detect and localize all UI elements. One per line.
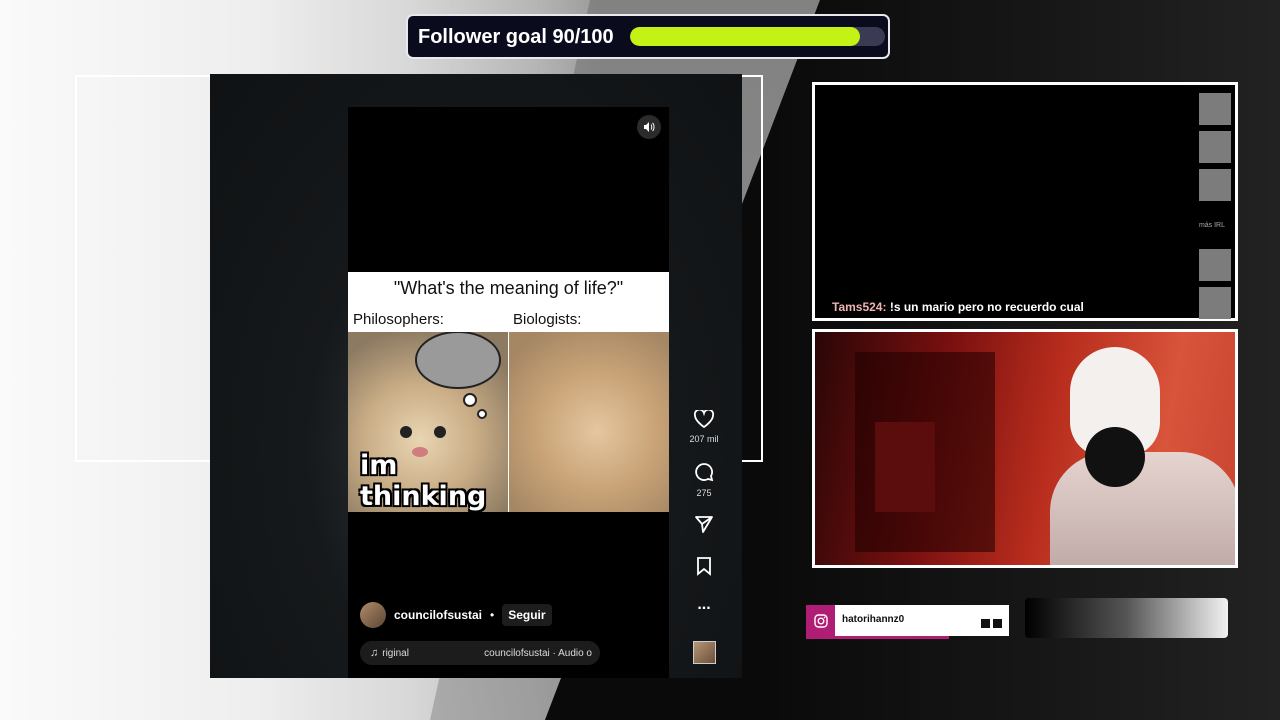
meme-title: "What's the meaning of life?" xyxy=(393,278,624,298)
music-note-icon: ♫ xyxy=(370,647,379,659)
chat-message-text: !s un mario pero no recuerdo cual xyxy=(886,300,1084,314)
like-count: 207 mil xyxy=(689,434,719,444)
author-row: councilofsustai • Seguir xyxy=(360,602,552,628)
follower-goal-widget: Follower goal 90/100 xyxy=(406,14,890,59)
meme-image: "What's the meaning of life?" Philosophe… xyxy=(348,272,669,512)
chat-thumbnail xyxy=(1199,93,1231,125)
streamer xyxy=(1030,342,1235,565)
like-button[interactable]: 207 mil xyxy=(683,408,725,444)
webcam-box xyxy=(875,422,935,512)
streamer-body xyxy=(1050,452,1235,565)
tiktok-video[interactable]: "What's the meaning of life?" Philosophe… xyxy=(348,107,669,678)
heart-icon xyxy=(693,408,715,429)
follower-goal-track xyxy=(630,27,885,46)
bookmark-icon xyxy=(697,557,711,576)
author-name[interactable]: councilofsustai xyxy=(394,608,482,622)
chat-side-label: más IRL xyxy=(1198,222,1225,229)
instagram-icon xyxy=(806,605,835,636)
audio-pill[interactable]: ♫ riginal councilofsustai · Audio o xyxy=(360,641,600,665)
comment-button[interactable]: 275 xyxy=(683,462,725,498)
chat-thumbnail xyxy=(1199,131,1231,163)
gradient-panel xyxy=(1025,598,1228,638)
chat-thumbnail xyxy=(1199,249,1231,281)
chat-thumbnail xyxy=(1199,287,1231,319)
comment-count: 275 xyxy=(696,488,712,498)
meme-caption: im thinking xyxy=(360,450,487,512)
author-separator: • xyxy=(490,608,495,622)
speaker-icon xyxy=(644,122,655,132)
instagram-handle: hatorihannz0 xyxy=(842,614,905,625)
instagram-underline xyxy=(806,636,949,639)
biologist-cat-image xyxy=(509,332,669,512)
instagram-handle-bar: hatorihannz0 xyxy=(806,605,1009,636)
author-avatar[interactable] xyxy=(360,602,386,628)
follower-goal-label: Follower goal 90/100 xyxy=(418,26,614,48)
meme-left-label: Philosophers: xyxy=(353,311,444,328)
chat-message: Tams524: !s un mario pero no recuerdo cu… xyxy=(832,300,1084,314)
audio-left-text: riginal xyxy=(382,647,409,659)
chat-thumbnail-strip xyxy=(1199,93,1231,319)
share-button[interactable] xyxy=(683,514,725,539)
follower-goal-fill xyxy=(630,27,860,46)
meme-right-label: Biologists: xyxy=(513,311,582,328)
handle-decoration xyxy=(978,615,1002,633)
follow-button[interactable]: Seguir xyxy=(502,604,552,626)
chat-thumbnail xyxy=(1199,169,1231,201)
thinking-cat-image: im thinking xyxy=(348,332,508,512)
chat-panel: más IRL Tams524: !s un mario pero no rec… xyxy=(812,82,1238,321)
webcam-feed xyxy=(812,329,1238,568)
face-cover xyxy=(1085,427,1145,487)
chat-username: Tams524: xyxy=(832,300,887,314)
audio-right-text: councilofsustai · Audio o xyxy=(484,647,592,659)
more-button[interactable]: ... xyxy=(683,596,725,614)
save-button[interactable] xyxy=(683,556,725,581)
comment-icon xyxy=(695,463,714,482)
share-icon xyxy=(695,516,713,533)
sound-avatar[interactable] xyxy=(693,641,716,664)
volume-button[interactable] xyxy=(637,115,661,139)
